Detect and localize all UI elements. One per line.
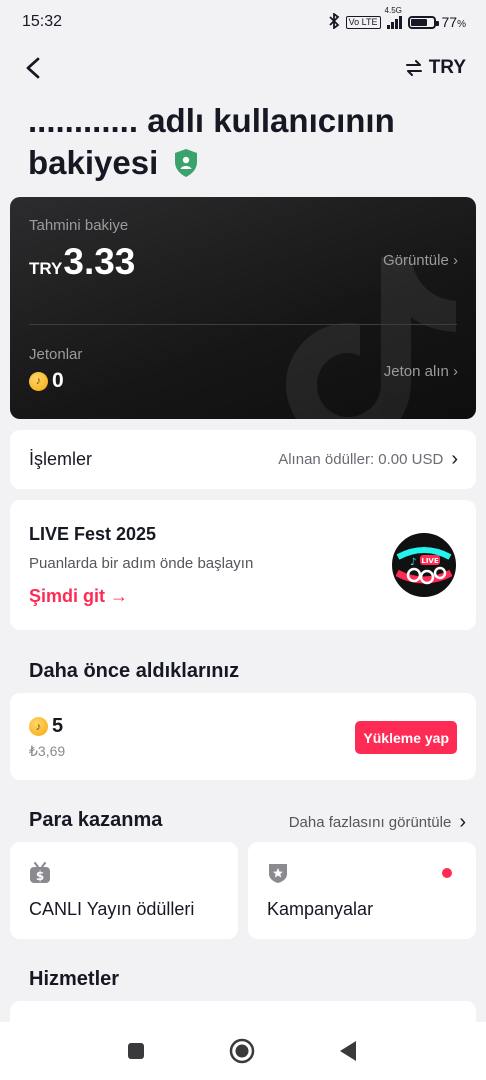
signal-icon: 4.5G [385,6,402,29]
battery-level [410,18,428,26]
services-title: Hizmetler [29,968,120,990]
money-tv-icon: $ [29,862,51,889]
coin-icon: ♪ [29,717,48,736]
network-type-label: 4.5G [384,5,402,15]
previous-coin-count: 5 [52,715,64,737]
promo-go-now-link[interactable]: Şimdi git → [29,586,128,607]
coin-count: 0 [52,369,64,392]
balance-amount: 3.33 [63,241,136,282]
see-more-link[interactable]: Daha fazlasını görüntüle › [289,811,466,834]
page-title: ............ adlı kullanıcının bakiyesi [28,100,458,188]
status-icons: Vo LTE 4.5G 77% [328,6,466,32]
shield-user-icon [173,146,199,188]
estimated-balance-label: Tahmini bakiye [29,217,129,234]
balance-value: TRY 3.33 [29,241,135,283]
transactions-title: İşlemler [29,449,93,469]
badge-star-icon [267,862,289,889]
currency-switch-button[interactable]: TRY [405,57,466,79]
tiktok-logo-icon [286,257,456,419]
previous-purchases-title: Daha önce aldıklarınız [29,660,240,682]
recharge-button[interactable]: Yükleme yap [355,721,457,754]
rewards-summary: Alınan ödüller: 0.00 USD › [278,448,458,471]
volte-icon: Vo LTE [345,15,381,29]
card-divider [29,324,457,325]
live-rewards-label: CANLI Yayın ödülleri [29,899,195,919]
live-fest-badge-icon: LIVE ♪ [392,533,456,597]
page-title-text: ............ adlı kullanıcının bakiyesi [28,102,395,181]
previous-price: ₺3,69 [29,743,66,759]
balance-currency: TRY [29,259,63,278]
rewards-text: Alınan ödüller: 0.00 USD [278,451,444,468]
view-balance-link[interactable]: Görüntüle › [383,252,458,269]
battery-percent: 77% [441,14,466,30]
transactions-row[interactable]: İşlemler Alınan ödüller: 0.00 USD › [10,430,476,489]
back-triangle-icon[interactable] [338,1040,358,1067]
chevron-right-icon: › [459,811,466,833]
bluetooth-icon [328,11,340,32]
previous-purchase-card: ♪ 5 ₺3,69 Yükleme yap [10,693,476,780]
get-coins-link[interactable]: Jeton alın › [384,363,458,380]
see-more-text: Daha fazlasını görüntüle [288,814,452,831]
coin-icon: ♪ [29,371,48,391]
earn-money-title: Para kazanma [29,809,163,831]
badge-live-text: LIVE [421,557,438,565]
campaigns-tile[interactable]: Kampanyalar [248,842,476,939]
chevron-right-icon: › [451,448,458,470]
home-circle-icon[interactable] [229,1038,255,1069]
status-bar: 15:32 Vo LTE 4.5G 77% [0,0,486,44]
currency-label: TRY [428,57,466,78]
recents-square-icon[interactable] [127,1042,145,1065]
battery-icon [407,15,439,29]
live-rewards-tile[interactable]: $ CANLI Yayın ödülleri [10,842,238,939]
back-button[interactable] [18,53,48,83]
system-nav-bar [0,1022,486,1080]
swap-arrows-icon [405,60,422,76]
campaigns-label: Kampanyalar [267,899,374,919]
notification-dot [442,868,452,878]
coin-balance: ♪ 0 [29,369,64,393]
promo-subtitle: Puanlarda bir adım önde başlayın [29,555,254,572]
top-nav: TRY [0,50,486,86]
chevron-left-icon [26,57,40,79]
status-time: 15:32 [22,13,63,30]
coins-label: Jetonlar [29,346,83,363]
live-fest-promo-card[interactable]: LIVE Fest 2025 Puanlarda bir adım önde b… [10,500,476,630]
previous-coin-package: ♪ 5 [29,715,63,738]
svg-text:$: $ [36,869,44,883]
balance-card: Tahmini bakiye TRY 3.33 Görüntüle › Jeto… [10,197,476,419]
svg-text:♪: ♪ [410,557,416,568]
promo-title: LIVE Fest 2025 [29,524,157,544]
